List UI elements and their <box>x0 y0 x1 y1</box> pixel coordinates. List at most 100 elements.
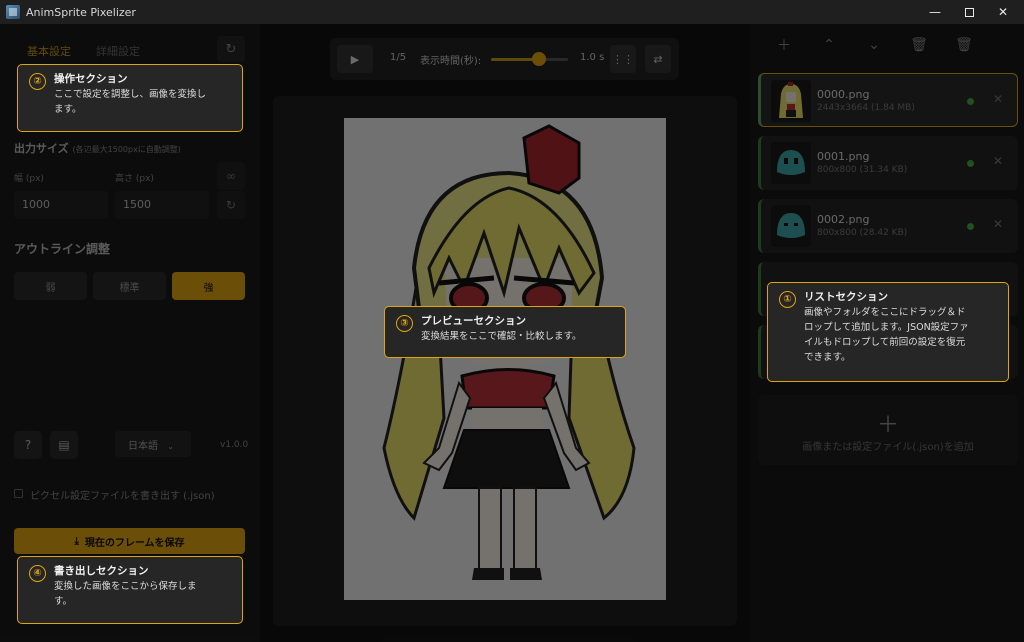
display-time-value: 1.0 s <box>580 52 605 63</box>
callout-number: ④ <box>29 565 46 582</box>
delete-button[interactable]: 🗑 <box>908 36 930 54</box>
callout-body-line: 変換結果をここで確認・比較します。 <box>421 331 582 342</box>
display-time-label: 表示時間(秒): <box>420 56 482 67</box>
width-label: 幅 (px) <box>14 174 44 184</box>
callout-body-line: 変換した画像をここから保存しま <box>54 581 197 592</box>
save-frame-button[interactable]: ⤓ 現在のフレームを保存 <box>14 528 245 554</box>
move-down-button[interactable]: ⌄ <box>863 36 885 54</box>
callout-preview: ③ プレビューセクション 変換結果をここで確認・比較します。 <box>384 306 626 358</box>
callout-body-line: イルもドロップして前回の設定を復元 <box>804 337 966 348</box>
thumbnail <box>771 205 811 247</box>
app-icon <box>6 5 20 19</box>
thumbnail <box>771 80 811 122</box>
callout-body-line: す。 <box>54 596 73 607</box>
callout-body-line: 画像やフォルダをここにドラッグ＆ド <box>804 307 966 318</box>
outline-weak-button[interactable]: 弱 <box>14 272 87 300</box>
callout-number: ③ <box>396 315 413 332</box>
arrow-down-icon: ⌄ <box>868 37 880 53</box>
add-file-button[interactable]: ＋ <box>773 36 795 54</box>
height-input[interactable]: 1500 <box>115 191 209 219</box>
minimize-button[interactable]: — <box>918 0 952 24</box>
language-value: 日本語 <box>128 441 158 452</box>
tab-basic-settings[interactable]: 基本設定 <box>27 43 71 59</box>
file-info: 2443x3664 (1.84 MB) <box>817 103 915 113</box>
output-size-note: (各辺最大1500pxに自動調整) <box>72 145 181 154</box>
trash-icon: 🗑 <box>910 37 928 53</box>
arrow-up-icon: ⌃ <box>823 37 835 53</box>
swap-button[interactable]: ⇄ <box>645 45 671 73</box>
reset-icon: ↻ <box>225 41 237 57</box>
chevron-down-icon: ⌄ <box>167 442 174 451</box>
status-dot-icon <box>967 160 974 167</box>
callout-body-line: ロップして追加します。JSON設定ファ <box>804 322 969 333</box>
outline-label: アウトライン調整 <box>14 242 111 256</box>
close-window-button[interactable]: ✕ <box>986 0 1020 24</box>
export-json-checkbox[interactable] <box>14 489 23 498</box>
add-file-dropzone[interactable]: ＋ 画像または設定ファイル(.json)を追加 <box>758 395 1018 465</box>
maximize-button[interactable] <box>952 0 986 24</box>
add-file-label: 画像または設定ファイル(.json)を追加 <box>802 442 974 453</box>
title-bar: AnimSprite Pixelizer — ✕ <box>0 0 1024 24</box>
list-item[interactable]: 0001.png 800x800 (31.34 KB) ✕ <box>758 136 1018 190</box>
pixel-character-image <box>382 124 636 580</box>
callout-body-line: ここで設定を調整し、画像を変換し <box>54 89 207 100</box>
close-icon[interactable]: ✕ <box>993 154 1003 168</box>
link-aspect-button[interactable]: ∞ <box>217 162 245 190</box>
close-icon[interactable]: ✕ <box>993 217 1003 231</box>
version-label: v1.0.0 <box>220 440 249 450</box>
link-icon: ∞ <box>226 169 236 183</box>
callout-export: ④ 書き出しセクション 変換した画像をここから保存しま す。 <box>17 556 243 624</box>
export-json-label: ピクセル設定ファイルを書き出す (.json) <box>30 491 215 502</box>
document-button[interactable]: ▤ <box>50 431 78 459</box>
callout-title: 操作セクション <box>54 73 128 85</box>
callout-number: ② <box>29 73 46 90</box>
output-size-label: 出力サイズ (各辺最大1500pxに自動調整) <box>14 140 181 156</box>
delete-all-button[interactable]: 🗑 <box>953 36 975 54</box>
callout-list: ① リストセクション 画像やフォルダをここにドラッグ＆ド ロップして追加します。… <box>767 282 1009 382</box>
outline-strong-button[interactable]: 強 <box>172 272 245 300</box>
download-icon: ⤓ <box>74 535 79 547</box>
reset-icon: ↻ <box>225 198 237 212</box>
plus-icon: ＋ <box>876 413 899 438</box>
grid-icon: ⋮⋮ <box>612 52 634 66</box>
callout-body-line: できます。 <box>804 352 851 363</box>
reset-size-button[interactable]: ↻ <box>217 191 245 219</box>
help-icon: ? <box>24 438 32 452</box>
tab-advanced-settings[interactable]: 詳細設定 <box>96 43 140 59</box>
frame-counter: 1/5 <box>390 52 407 63</box>
outline-normal-button[interactable]: 標準 <box>93 272 166 300</box>
file-name: 0002.png <box>817 213 870 226</box>
height-label: 高さ (px) <box>115 174 154 184</box>
maximize-icon <box>964 7 974 17</box>
width-input[interactable]: 1000 <box>14 191 108 219</box>
callout-title: リストセクション <box>804 291 888 303</box>
reset-button[interactable]: ↻ <box>217 36 245 62</box>
grid-button[interactable]: ⋮⋮ <box>610 45 636 73</box>
list-item[interactable]: 0000.png 2443x3664 (1.84 MB) ✕ <box>758 73 1018 127</box>
close-icon[interactable]: ✕ <box>993 92 1003 106</box>
list-item[interactable]: 0002.png 800x800 (28.42 KB) ✕ <box>758 199 1018 253</box>
playback-toolbar: ▶ 1/5 表示時間(秒): 1.0 s ⋮⋮ ⇄ <box>330 38 679 80</box>
slider-thumb[interactable] <box>531 52 546 66</box>
document-icon: ▤ <box>58 438 70 452</box>
callout-title: 書き出しセクション <box>54 565 149 577</box>
file-name: 0000.png <box>817 88 870 101</box>
window-title: AnimSprite Pixelizer <box>26 5 136 19</box>
file-info: 800x800 (28.42 KB) <box>817 228 908 238</box>
move-up-button[interactable]: ⌃ <box>818 36 840 54</box>
output-size-title: 出力サイズ <box>14 142 69 155</box>
callout-title: プレビューセクション <box>421 315 526 327</box>
play-button[interactable]: ▶ <box>337 45 373 73</box>
callout-controls: ② 操作セクション ここで設定を調整し、画像を変換し ます。 <box>17 64 243 132</box>
plus-icon: ＋ <box>777 38 791 54</box>
callout-body-line: ます。 <box>54 104 82 115</box>
save-frame-label: 現在のフレームを保存 <box>84 537 185 549</box>
display-time-slider[interactable] <box>491 52 568 66</box>
delete-all-icon: 🗑 <box>955 37 973 53</box>
language-select[interactable]: 日本語 ⌄ <box>115 431 191 457</box>
help-button[interactable]: ? <box>14 431 42 459</box>
status-dot-icon <box>967 223 974 230</box>
callout-number: ① <box>779 291 796 308</box>
thumbnail <box>771 142 811 184</box>
swap-icon: ⇄ <box>653 52 663 66</box>
